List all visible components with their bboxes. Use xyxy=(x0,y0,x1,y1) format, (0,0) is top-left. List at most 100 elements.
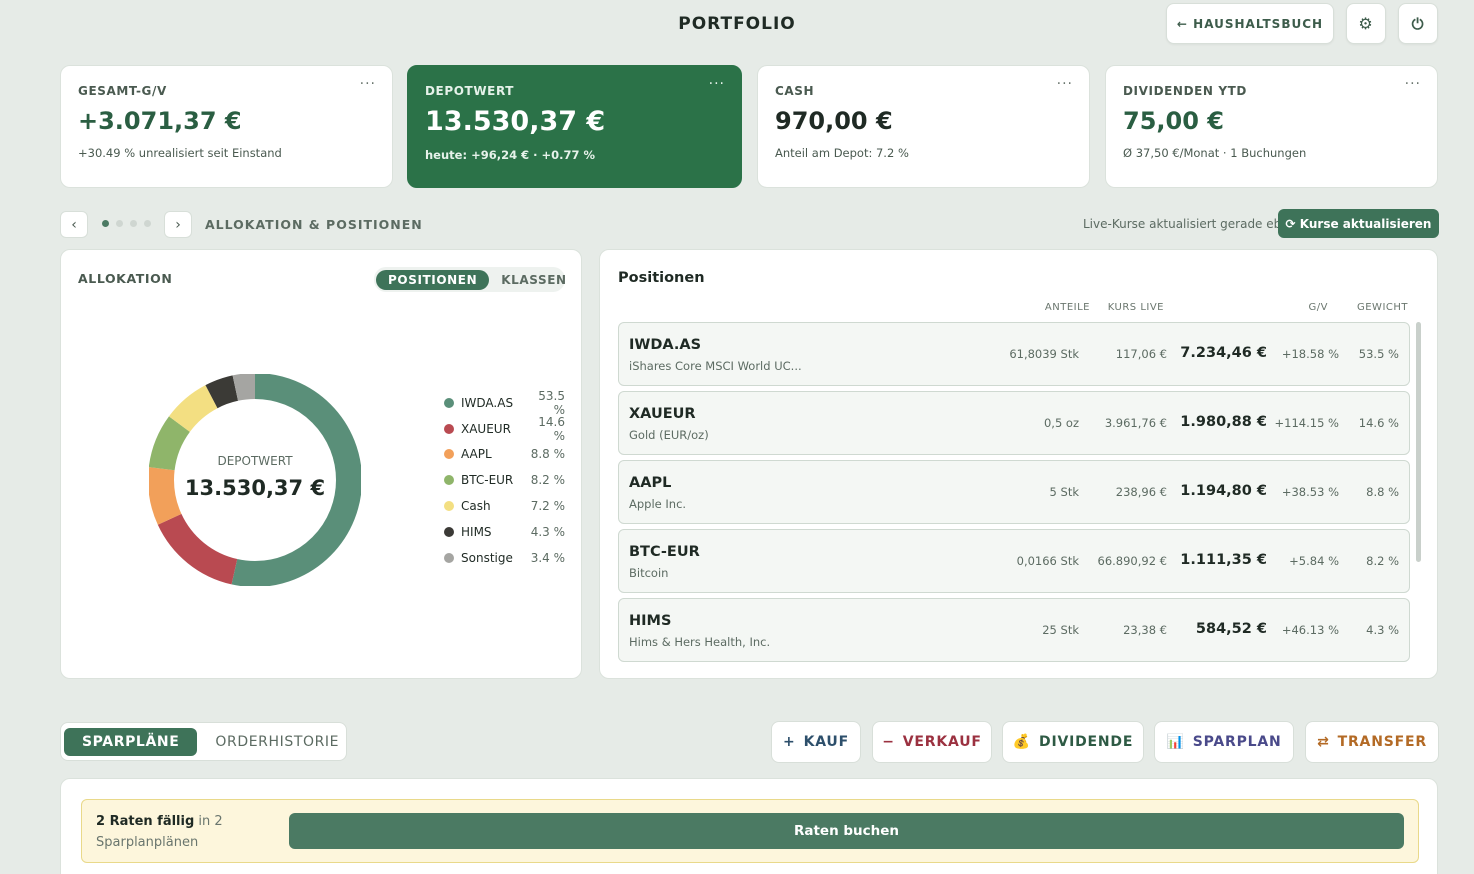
position-row[interactable]: BTC-EUR Bitcoin 0,0166 Stk 66.890,92 € 1.111… xyxy=(618,529,1410,593)
more-icon[interactable]: ··· xyxy=(1057,76,1073,92)
donut-center-value: 13.530,37 € xyxy=(184,476,326,500)
col-header-anteile: ANTEILE xyxy=(1044,302,1090,313)
legend-item[interactable]: Cash 7.2 % xyxy=(444,493,565,519)
position-name: Gold (EUR/oz) xyxy=(629,428,709,442)
next-section-button[interactable]: › xyxy=(164,211,192,238)
kpi-card-gesamt-gv: GESAMT-G/V +3.071,37 € +30.49 % unrealis… xyxy=(60,65,393,188)
carousel-dot[interactable] xyxy=(116,220,123,227)
legend-item[interactable]: HIMS 4.3 % xyxy=(444,519,565,545)
money-bag-icon: 💰 xyxy=(1012,734,1032,750)
legend-dot xyxy=(444,475,454,486)
position-price: 66.890,92 € xyxy=(1097,554,1168,568)
chevron-right-icon: › xyxy=(175,216,181,233)
logout-button[interactable]: ⏻ xyxy=(1398,3,1438,44)
kpi-sub: heute: +96,24 € · +0.77 % xyxy=(425,148,596,162)
prev-section-button[interactable]: ‹ xyxy=(60,211,88,238)
carousel-dot[interactable] xyxy=(102,220,109,227)
position-shares: 0,0166 Stk xyxy=(1016,554,1079,568)
back-to-haushaltsbuch-button[interactable]: ← HAUSHALTSBUCH xyxy=(1166,3,1334,44)
bottom-tabs: SPARPLÄNE ORDERHISTORIE xyxy=(60,722,347,761)
sparplan-button[interactable]: 📊 SPARPLAN xyxy=(1154,721,1294,763)
refresh-prices-button[interactable]: ⟳ Kurse aktualisieren xyxy=(1278,209,1439,238)
position-gv: +114.15 % xyxy=(1274,416,1339,430)
transfer-button[interactable]: ⇄ TRANSFER xyxy=(1305,721,1439,763)
position-row[interactable]: AAPL Apple Inc. 5 Stk 238,96 € 1.194,80 € +38… xyxy=(618,460,1410,524)
carousel-dot[interactable] xyxy=(130,220,137,227)
position-gv: +5.84 % xyxy=(1289,554,1339,568)
kpi-value: 75,00 € xyxy=(1123,107,1224,135)
legend-dot xyxy=(444,397,454,408)
transfer-icon: ⇄ xyxy=(1317,734,1330,750)
position-price: 23,38 € xyxy=(1123,623,1167,637)
legend-item[interactable]: AAPL 8.8 % xyxy=(444,442,565,468)
allocation-view-toggle: POSITIONEN KLASSEN xyxy=(374,267,566,292)
legend-item[interactable]: XAUEUR 14.6 % xyxy=(444,415,565,443)
tab-klassen[interactable]: KLASSEN xyxy=(489,270,578,290)
carousel-dot[interactable] xyxy=(144,220,151,227)
action-label: TRANSFER xyxy=(1337,734,1427,750)
kpi-value: 13.530,37 € xyxy=(425,106,606,137)
book-rates-button[interactable]: Raten buchen xyxy=(289,813,1404,849)
position-value: 584,52 € xyxy=(1195,621,1267,637)
legend-pct: 8.8 % xyxy=(530,447,565,462)
kpi-sub: Anteil am Depot: 7.2 % xyxy=(775,146,909,160)
position-gv: +18.58 % xyxy=(1281,347,1339,361)
minus-icon: − xyxy=(882,734,895,750)
position-ticker: BTC-EUR xyxy=(629,544,700,560)
position-row[interactable]: XAUEUR Gold (EUR/oz) 0,5 oz 3.961,76 € 1.980… xyxy=(618,391,1410,455)
position-weight: 8.8 % xyxy=(1366,485,1399,499)
legend-name: IWDA.AS xyxy=(461,395,514,410)
more-icon[interactable]: ··· xyxy=(1405,76,1421,92)
position-row[interactable]: IWDA.AS iShares Core MSCI World UC... 61,8… xyxy=(618,322,1410,386)
kauf-button[interactable]: + KAUF xyxy=(771,721,861,763)
legend-item[interactable]: IWDA.AS 53.5 % xyxy=(444,388,565,417)
more-icon[interactable]: ··· xyxy=(709,76,725,92)
tab-orderhistorie[interactable]: ORDERHISTORIE xyxy=(197,728,357,756)
position-shares: 25 Stk xyxy=(1042,623,1079,637)
legend-item[interactable]: BTC-EUR 8.2 % xyxy=(444,467,565,493)
legend-dot xyxy=(444,423,454,434)
position-row[interactable]: HIMS Hims & Hers Health, Inc. 25 Stk 23,38 … xyxy=(618,598,1410,662)
legend-item[interactable]: Sonstige 3.4 % xyxy=(444,545,565,571)
legend-name: Cash xyxy=(461,499,491,514)
tab-positionen[interactable]: POSITIONEN xyxy=(376,269,490,290)
due-rates-strong: 2 Raten fällig xyxy=(96,814,195,829)
position-gv: +38.53 % xyxy=(1281,485,1339,499)
legend-name: HIMS xyxy=(461,524,492,539)
allocation-title: ALLOKATION xyxy=(78,271,173,286)
legend-pct: 3.4 % xyxy=(530,550,565,565)
position-value: 7.234,46 € xyxy=(1180,345,1267,361)
tab-sparplaene[interactable]: SPARPLÄNE xyxy=(64,727,198,756)
dividende-button[interactable]: 💰 DIVIDENDE xyxy=(1002,721,1144,763)
position-price: 238,96 € xyxy=(1115,485,1167,499)
position-value: 1.111,35 € xyxy=(1180,552,1267,568)
settings-button[interactable]: ⚙ xyxy=(1346,3,1386,44)
kpi-value: +3.071,37 € xyxy=(78,107,242,135)
col-header-kurs: KURS LIVE xyxy=(1107,302,1164,313)
kpi-label: CASH xyxy=(775,84,815,98)
gear-icon: ⚙ xyxy=(1358,14,1374,33)
legend-pct: 4.3 % xyxy=(530,524,565,539)
action-label: KAUF xyxy=(803,734,849,750)
position-weight: 14.6 % xyxy=(1358,416,1399,430)
position-ticker: AAPL xyxy=(629,475,672,491)
position-ticker: IWDA.AS xyxy=(629,337,702,353)
due-rates-rest: in 2 xyxy=(194,814,223,829)
position-weight: 8.2 % xyxy=(1366,554,1399,568)
verkauf-button[interactable]: − VERKAUF xyxy=(872,721,992,763)
positions-scrollbar[interactable] xyxy=(1416,322,1421,562)
position-shares: 0,5 oz xyxy=(1043,416,1079,430)
legend-name: AAPL xyxy=(461,447,492,462)
position-ticker: XAUEUR xyxy=(629,406,696,422)
position-price: 3.961,76 € xyxy=(1104,416,1167,430)
legend-pct: 7.2 % xyxy=(530,499,565,514)
kpi-sub: Ø 37,50 €/Monat · 1 Buchungen xyxy=(1123,146,1307,160)
legend-pct: 53.5 % xyxy=(538,388,565,417)
kpi-label: DEPOTWERT xyxy=(425,84,515,98)
kpi-card-depotwert: DEPOTWERT 13.530,37 € heute: +96,24 € · … xyxy=(407,65,742,188)
position-name: iShares Core MSCI World UC... xyxy=(629,359,802,373)
col-header-gv: G/V xyxy=(1308,302,1328,313)
more-icon[interactable]: ··· xyxy=(360,76,376,92)
kpi-sub: +30.49 % unrealisiert seit Einstand xyxy=(78,146,282,160)
kpi-card-cash: CASH 970,00 € Anteil am Depot: 7.2 % ··· xyxy=(757,65,1090,188)
